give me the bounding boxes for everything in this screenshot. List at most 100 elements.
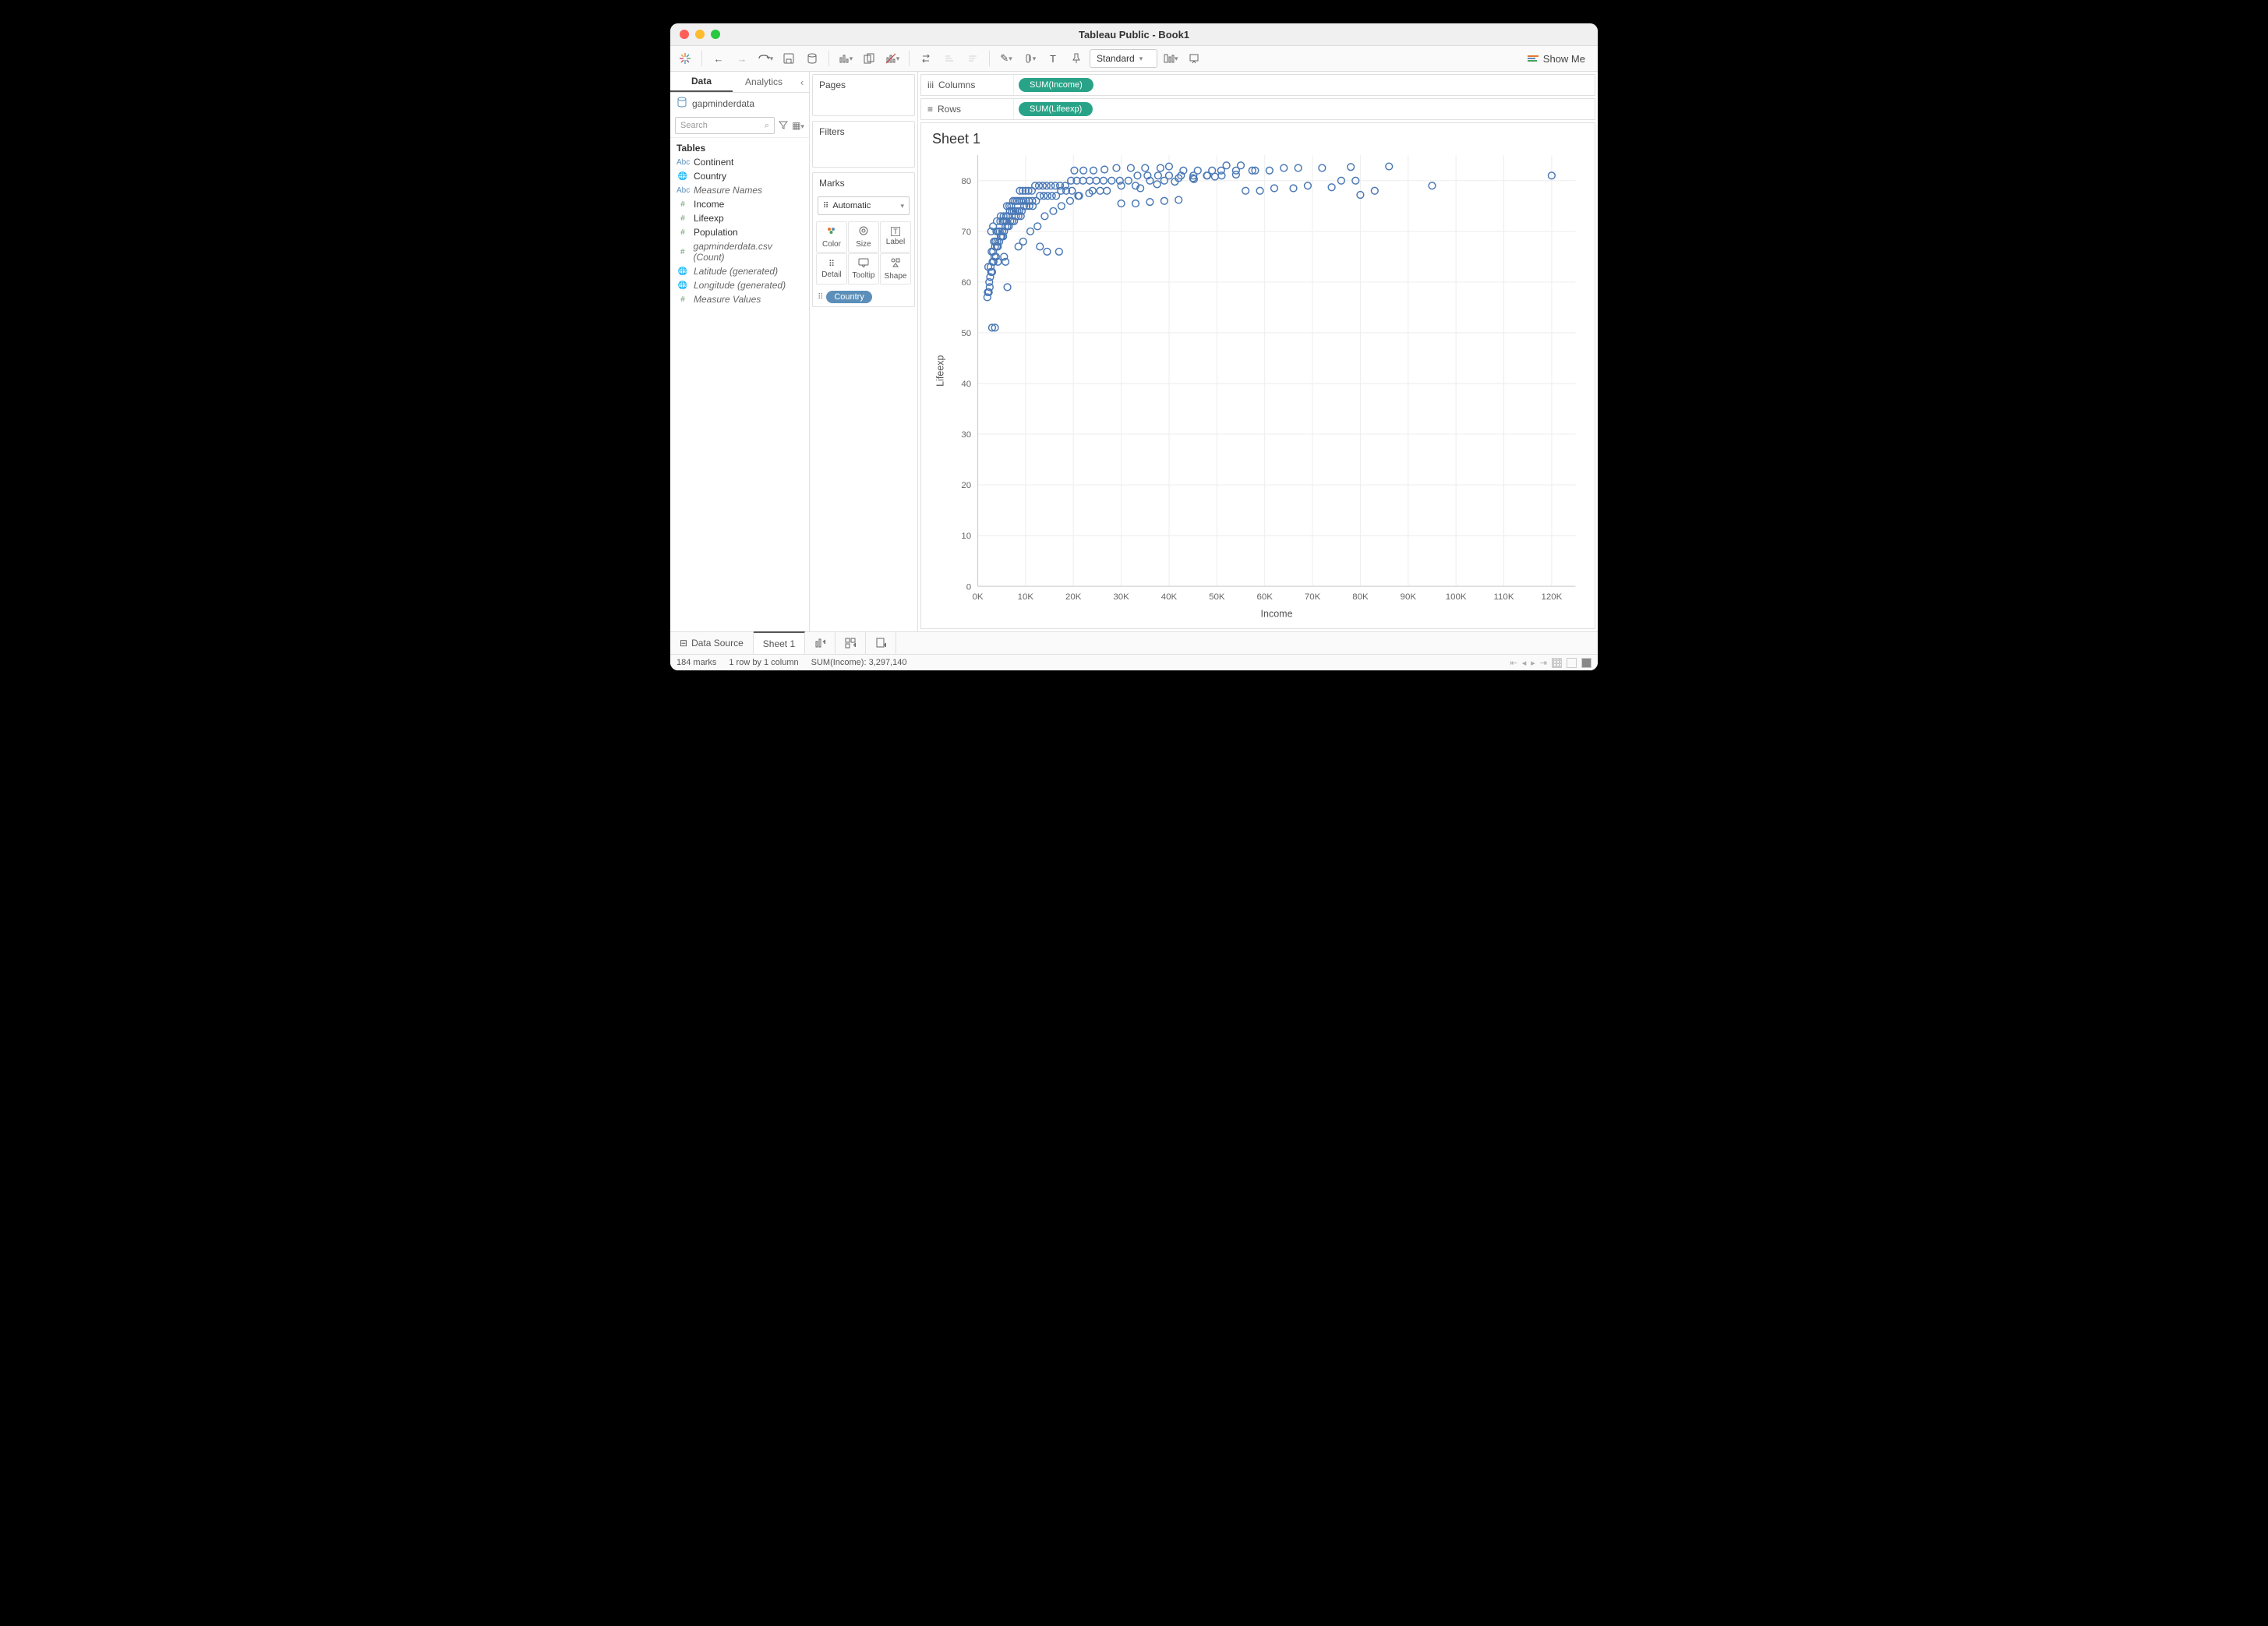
new-dashboard-tab[interactable]: + xyxy=(835,632,866,654)
sort-desc-button[interactable] xyxy=(963,48,983,69)
presentation-button[interactable] xyxy=(1184,48,1204,69)
field-latitude-generated-[interactable]: 🌐Latitude (generated) xyxy=(670,264,809,278)
shape-icon xyxy=(890,257,901,270)
field-label: Continent xyxy=(694,157,733,168)
field-type-icon: Abc xyxy=(677,186,689,195)
new-story-tab[interactable]: + xyxy=(866,632,896,654)
status-bar: 184 marks 1 row by 1 column SUM(Income):… xyxy=(670,654,1598,670)
highlight-button[interactable]: ✎▾ xyxy=(996,48,1016,69)
show-cards-button[interactable]: ▾ xyxy=(1160,48,1181,69)
tables-header: Tables xyxy=(670,138,809,155)
show-sheet-icon[interactable] xyxy=(1581,658,1591,668)
filter-icon[interactable] xyxy=(777,120,790,132)
data-pane: Data Analytics ‹ gapminderdata Search⌕ ▦… xyxy=(670,72,810,631)
status-marks: 184 marks xyxy=(677,658,716,667)
field-lifeexp[interactable]: #Lifeexp xyxy=(670,211,809,225)
svg-text:+: + xyxy=(823,638,825,645)
sheet-title[interactable]: Sheet 1 xyxy=(921,123,1595,150)
clear-button[interactable]: ▾ xyxy=(882,48,903,69)
size-icon xyxy=(858,225,869,239)
svg-text:40: 40 xyxy=(961,380,971,389)
tab-datasource[interactable]: ⊟Data Source xyxy=(670,632,754,654)
field-continent[interactable]: Abc Continent xyxy=(670,155,809,169)
prev-sheet-icon[interactable]: ◂ xyxy=(1522,658,1527,668)
field-type-icon: # xyxy=(677,228,689,237)
attach-button[interactable]: ▾ xyxy=(1019,48,1040,69)
last-sheet-icon[interactable]: ⇥ xyxy=(1540,658,1547,668)
field-type-icon: 🌐 xyxy=(677,267,689,276)
field-longitude-generated-[interactable]: 🌐Longitude (generated) xyxy=(670,278,809,292)
detail-icon: ⠿ xyxy=(818,293,823,302)
sheet-sorter-icon[interactable] xyxy=(1552,658,1562,668)
search-input[interactable]: Search⌕ xyxy=(675,117,775,134)
viz-canvas[interactable]: Sheet 1 010203040506070800K10K20K30K40K5… xyxy=(920,122,1595,629)
field-population[interactable]: # Population xyxy=(670,225,809,239)
svg-text:0K: 0K xyxy=(972,592,983,602)
svg-text:70K: 70K xyxy=(1305,592,1321,602)
view-options-icon[interactable]: ▦▾ xyxy=(792,120,804,131)
label-button[interactable]: T xyxy=(1043,48,1063,69)
svg-text:110K: 110K xyxy=(1494,592,1514,602)
label-icon: T xyxy=(891,228,900,236)
save-button[interactable] xyxy=(779,48,799,69)
undo-button[interactable]: ← xyxy=(708,48,729,69)
sheet-tabs: ⊟Data Source Sheet 1 + + + xyxy=(670,631,1598,654)
columns-pill[interactable]: SUM(Income) xyxy=(1019,78,1093,92)
marks-tooltip-button[interactable]: Tooltip xyxy=(848,253,879,285)
svg-text:90K: 90K xyxy=(1401,592,1417,602)
revert-button[interactable]: ▾ xyxy=(755,48,775,69)
marks-color-button[interactable]: Color xyxy=(816,221,847,253)
svg-text:80: 80 xyxy=(961,177,971,186)
duplicate-button[interactable] xyxy=(859,48,879,69)
fit-select[interactable]: Standard▾ xyxy=(1090,49,1157,68)
field-type-icon: Abc xyxy=(677,158,689,167)
new-worksheet-button[interactable]: ▾ xyxy=(835,48,856,69)
marks-label-button[interactable]: TLabel xyxy=(880,221,911,253)
svg-text:100K: 100K xyxy=(1446,592,1467,602)
show-me-button[interactable]: Show Me xyxy=(1520,53,1593,65)
marks-type-select[interactable]: ⠿Automatic ▾ xyxy=(818,196,910,215)
pages-shelf[interactable]: Pages xyxy=(813,75,914,95)
field-type-icon: 🌐 xyxy=(677,172,689,181)
field-label: Income xyxy=(694,199,724,210)
columns-shelf[interactable]: iiiColumns SUM(Income) xyxy=(920,74,1595,96)
color-icon xyxy=(826,225,837,239)
field-measure-names[interactable]: AbcMeasure Names xyxy=(670,183,809,197)
svg-text:Lifeexp: Lifeexp xyxy=(935,355,946,386)
new-data-source-button[interactable] xyxy=(802,48,822,69)
marks-size-button[interactable]: Size xyxy=(848,221,879,253)
svg-text:50K: 50K xyxy=(1209,592,1225,602)
first-sheet-icon[interactable]: ⇤ xyxy=(1510,658,1517,668)
collapse-sidebar-button[interactable]: ‹ xyxy=(795,72,809,93)
window-title: Tableau Public - Book1 xyxy=(670,29,1598,41)
marks-detail-shelf[interactable]: ⠿ Country xyxy=(813,288,914,306)
pin-button[interactable] xyxy=(1066,48,1086,69)
rows-shelf[interactable]: ≡Rows SUM(Lifeexp) xyxy=(920,98,1595,120)
tooltip-icon xyxy=(858,258,869,270)
detail-icon: ⠿ xyxy=(828,259,835,269)
sort-asc-button[interactable] xyxy=(939,48,959,69)
rows-pill[interactable]: SUM(Lifeexp) xyxy=(1019,102,1093,116)
marks-detail-button[interactable]: ⠿Detail xyxy=(816,253,847,285)
tab-sheet1[interactable]: Sheet 1 xyxy=(754,631,805,655)
filmstrip-icon[interactable] xyxy=(1567,658,1577,668)
marks-pill-country[interactable]: Country xyxy=(826,291,872,303)
field-label: Lifeexp xyxy=(694,213,724,224)
next-sheet-icon[interactable]: ▸ xyxy=(1531,658,1535,668)
swap-button[interactable] xyxy=(916,48,936,69)
tableau-logo-icon[interactable] xyxy=(675,48,695,69)
field-income[interactable]: #Income xyxy=(670,197,809,211)
marks-shape-button[interactable]: Shape xyxy=(880,253,911,285)
tab-data[interactable]: Data xyxy=(670,72,733,92)
datasource-row[interactable]: gapminderdata xyxy=(670,93,809,114)
tab-analytics[interactable]: Analytics xyxy=(733,72,795,92)
new-worksheet-tab[interactable]: + xyxy=(805,632,835,654)
field-label: Population xyxy=(694,227,738,238)
field-measure-values[interactable]: #Measure Values xyxy=(670,292,809,306)
cards-pane: Pages Filters Marks ⠿Automatic ▾ ColorSi… xyxy=(810,72,918,631)
svg-text:40K: 40K xyxy=(1161,592,1178,602)
field-country[interactable]: 🌐Country xyxy=(670,169,809,183)
filters-shelf[interactable]: Filters xyxy=(813,122,914,142)
redo-button[interactable]: → xyxy=(732,48,752,69)
field-gapminderdata-csv-count-[interactable]: #gapminderdata.csv (Count) xyxy=(670,239,809,264)
